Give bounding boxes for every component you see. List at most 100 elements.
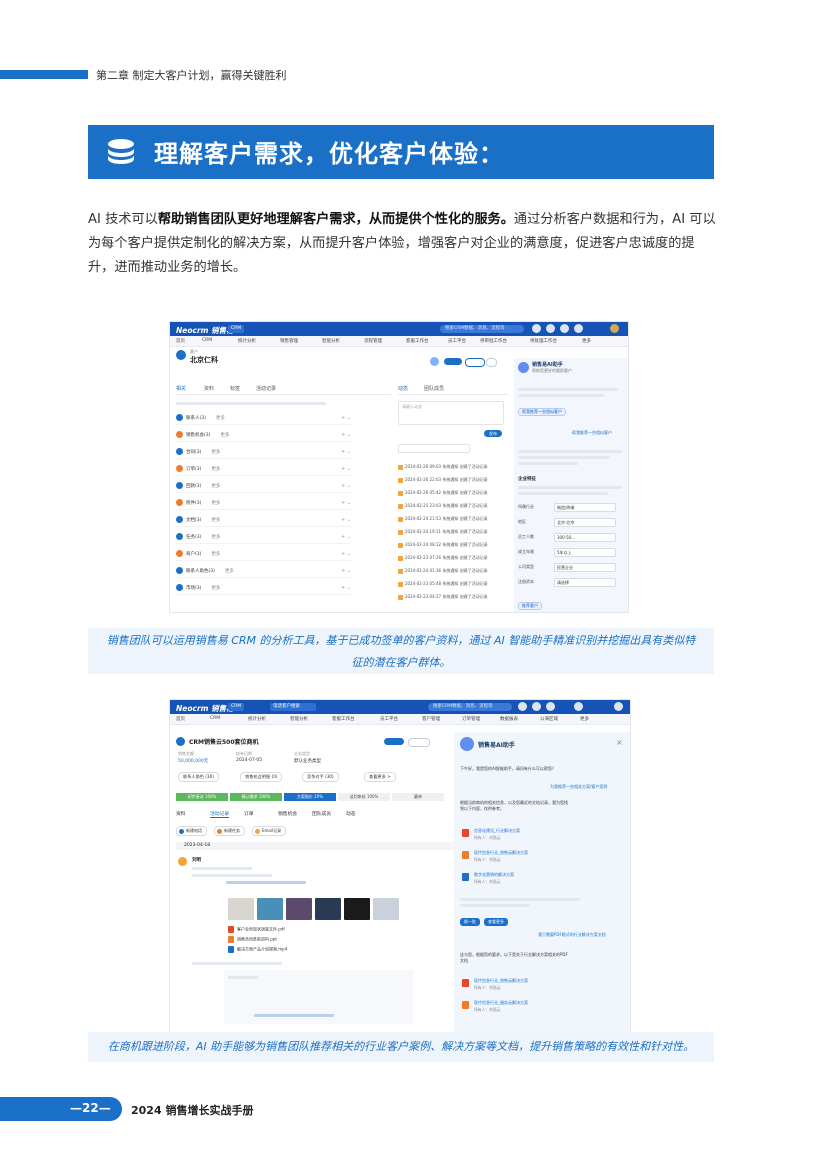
related-link[interactable]: 销售机会明细 (0) [240,772,283,782]
stage-step[interactable]: 赢单 [392,793,444,801]
attachment-item[interactable]: 解决方案产品介绍视频.mp4 [228,946,287,953]
related-link[interactable]: 查看更多 > [364,772,396,782]
module-switch[interactable]: CRM [228,325,245,333]
refresh-chip[interactable]: 换一批 [460,918,480,926]
filter-select[interactable]: 5年以上 [554,548,616,557]
related-link[interactable]: 联系人角色 (30) [178,772,219,782]
module-switch[interactable]: CRM [228,703,245,711]
expand-icon[interactable]: + ⌄ [341,483,351,489]
nav-item[interactable]: 员工平台 [380,716,398,722]
nav-item[interactable]: 统计分析 [248,716,266,722]
edit-button[interactable] [408,738,430,747]
nav-item[interactable]: 数据报表 [500,716,518,722]
help-icon[interactable] [518,702,527,711]
phone-search-tab[interactable]: 电话客户搜索 [270,703,316,711]
related-link[interactable]: 竞争对手 (30) [302,772,339,782]
expand-icon[interactable]: + ⌄ [341,500,351,506]
log-entry[interactable]: 2024-02-23 05:48 系统通知 创建了活动记录 [398,581,510,589]
opportunity-tab[interactable]: 资料 [176,810,186,817]
log-entry[interactable]: 2024-02-25 23:03 系统通知 创建了活动记录 [398,503,510,511]
more-chip[interactable]: 查看更多 [484,918,508,926]
log-entry[interactable]: 2024-02-26 22:03 系统通知 创建了活动记录 [398,477,510,485]
gallery-image[interactable] [286,898,312,920]
log-entry[interactable]: 2024-02-26 09:03 系统通知 创建了活动记录 [398,464,510,472]
filter-select[interactable]: 民营企业 [554,563,616,572]
more-link[interactable]: 更多 [216,416,225,421]
filter-select[interactable]: 请选择 [554,578,616,587]
expand-icon[interactable]: + ⌄ [341,568,351,574]
publish-button[interactable]: 发布 [484,430,502,437]
nav-item[interactable]: 销售管理 [280,338,298,344]
gallery-image[interactable] [344,898,370,920]
doc-card[interactable]: 医疗信息行业_服务云解决方案 所有人：刘陆云 [460,998,570,1016]
nav-item[interactable]: 智能分析 [322,338,340,344]
tab-activity[interactable]: 活动记录 [256,385,276,392]
nav-item[interactable]: 待审批工作台 [480,338,507,344]
expand-icon[interactable]: + ⌄ [341,449,351,455]
log-entry[interactable]: 2024-02-24 08:12 系统通知 创建了活动记录 [398,542,510,550]
record-action-button[interactable]: Email记录 [252,826,287,836]
ai-suggestion-chip[interactable]: 帮我推荐一些相似客户 [518,408,566,416]
nav-item[interactable]: 智能分析 [290,716,308,722]
more-link[interactable]: 更多 [211,484,220,489]
global-search[interactable]: 搜索CRM数据、消息、流程等 [440,325,524,333]
nav-item[interactable]: 待处理工作台 [530,338,557,344]
tab-dynamics[interactable]: 动态 [398,385,408,392]
tab-team[interactable]: 团队成员 [424,385,444,392]
nav-item[interactable]: 客服工作台 [406,338,429,344]
related-item[interactable]: 联系人角色(3) 更多 + ⌄ [176,567,351,578]
related-item[interactable]: 文档(3) 更多 + ⌄ [176,516,351,527]
new-button[interactable] [384,738,404,745]
record-action-button[interactable]: 新建电话 [176,826,207,836]
expand-icon[interactable]: + ⌄ [341,432,351,438]
apps-icon[interactable] [574,324,583,333]
record-action-button[interactable]: 新建任务 [214,826,245,836]
more-link[interactable]: 更多 [211,501,220,506]
related-item[interactable]: 市场(3) 更多 + ⌄ [176,584,351,595]
tab-profile[interactable]: 资料 [204,385,214,392]
related-item[interactable]: 附件(3) 更多 + ⌄ [176,499,351,510]
settings-icon[interactable] [546,324,555,333]
related-item[interactable]: 回款(3) 更多 + ⌄ [176,482,351,493]
gallery-image[interactable] [257,898,283,920]
settings-icon[interactable] [532,702,541,711]
nav-item[interactable]: 订单管理 [462,716,480,722]
help-icon[interactable] [532,324,541,333]
log-entry[interactable]: 2024-02-24 01:36 系统通知 创建了活动记录 [398,568,510,576]
more-link[interactable]: 更多 [211,518,220,523]
more-link[interactable]: 更多 [211,586,220,591]
more-link[interactable]: 更多 [211,552,220,557]
more-link[interactable]: 更多 [220,433,229,438]
doc-card[interactable]: 数字化营销的解决方案 所有人：刘陆云 [460,870,570,888]
close-icon[interactable]: × [616,738,623,747]
nav-item[interactable]: CRM [210,716,220,721]
global-search[interactable]: 搜索CRM数据、消息、流程等 [428,703,512,711]
expand-icon[interactable]: + ⌄ [341,551,351,557]
log-entry[interactable]: 2024-02-23 04:27 系统通知 创建了活动记录 [398,594,510,602]
nav-item[interactable]: 更多 [582,338,591,344]
doc-card[interactable]: 医疗信息行业_销售云解决方案 所有人：刘陆云 [460,976,570,994]
gallery-image[interactable] [228,898,254,920]
more-link[interactable]: 更多 [211,467,220,472]
related-item[interactable]: 订单(3) 更多 + ⌄ [176,465,351,476]
bell-icon[interactable] [560,324,569,333]
tab-tags[interactable]: 标签 [230,385,240,392]
filter-select[interactable]: 制造/终端 [554,503,616,512]
related-item[interactable]: 任务(3) 更多 + ⌄ [176,533,351,544]
doc-card[interactable]: 信息化建设_行业解决方案 所有人：刘陆云 [460,826,570,844]
stage-step[interactable]: 谈判审核 100% [338,793,390,801]
expand-icon[interactable]: + ⌄ [341,585,351,591]
more-link[interactable]: 更多 [211,450,220,455]
stage-step[interactable]: 初步接洽 100% [176,793,228,801]
tab-related[interactable]: 相关 [176,385,186,392]
ai-assistant-toggle-icon[interactable] [430,357,439,366]
edit-button[interactable] [465,358,485,367]
nav-item[interactable]: 统计分析 [238,338,256,344]
filter-select[interactable]: 北京-北京 [554,518,616,527]
expand-icon[interactable]: + ⌄ [341,415,351,421]
gallery-image[interactable] [315,898,341,920]
more-link[interactable]: 更多 [211,535,220,540]
nav-item[interactable]: 客服工作台 [332,716,355,722]
nav-item[interactable]: 更多 [580,716,589,722]
opportunity-tab[interactable]: 团队成员 [312,810,331,817]
